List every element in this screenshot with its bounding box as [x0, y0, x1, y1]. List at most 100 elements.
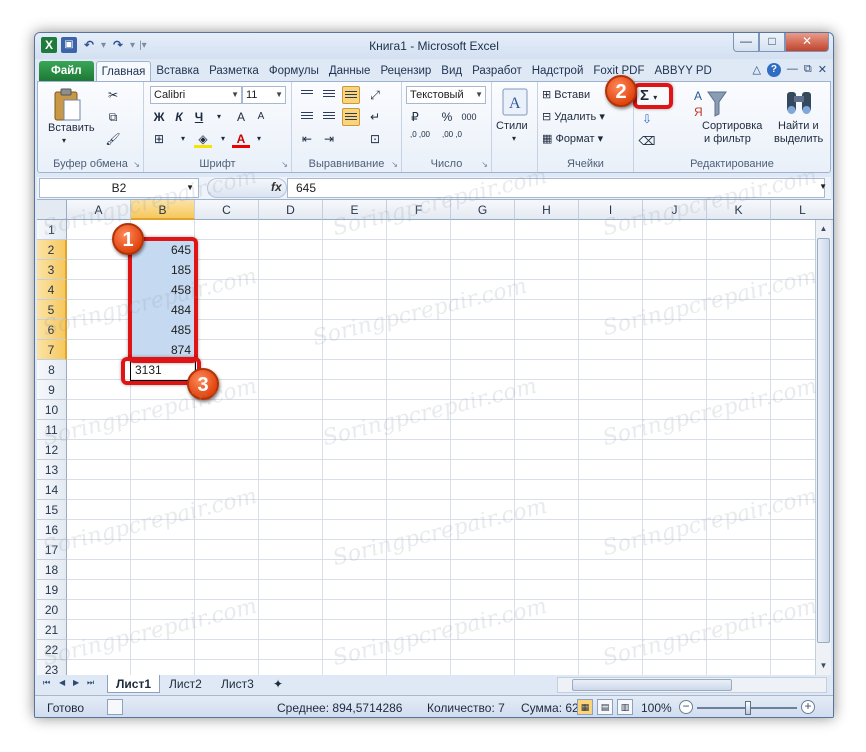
row-header[interactable]: 1 [37, 220, 67, 240]
shrink-font-icon[interactable]: A [252, 108, 270, 126]
tab-data[interactable]: Данные [324, 61, 376, 81]
select-all-corner[interactable] [37, 200, 67, 220]
tab-addins[interactable]: Надстрой [527, 61, 589, 81]
row-header[interactable]: 3 [37, 260, 67, 280]
wrap-text-icon[interactable]: ↵ [366, 108, 384, 126]
number-format-field[interactable]: Текстовый ▼ [406, 86, 486, 104]
column-header[interactable]: C [195, 200, 259, 220]
column-header[interactable]: I [579, 200, 643, 220]
align-center-icon[interactable] [320, 108, 338, 126]
align-left-icon[interactable] [298, 108, 316, 126]
maximize-button[interactable]: □ [759, 33, 785, 52]
align-middle-icon[interactable] [320, 86, 338, 104]
row-header[interactable]: 7 [37, 340, 67, 360]
row-header[interactable]: 13 [37, 460, 67, 480]
chevron-down-icon[interactable]: ▾ [174, 130, 192, 148]
row-header[interactable]: 5 [37, 300, 67, 320]
sort-filter-label[interactable]: Сортировка [702, 120, 762, 132]
page-layout-view-icon[interactable]: ▤ [597, 699, 613, 715]
percent-button[interactable]: % [438, 108, 456, 126]
sheet-tab-1[interactable]: Лист1 [107, 675, 161, 693]
column-header[interactable]: H [515, 200, 579, 220]
tab-formulas[interactable]: Формулы [264, 61, 324, 81]
zoom-out-icon[interactable]: − [679, 700, 693, 714]
next-sheet-icon[interactable]: ▶ [73, 678, 79, 687]
tab-review[interactable]: Рецензир [375, 61, 436, 81]
launcher-icon[interactable]: ↘ [281, 160, 288, 169]
increase-indent-icon[interactable]: ⇥ [320, 130, 338, 148]
row-header[interactable]: 21 [37, 620, 67, 640]
find-select-label[interactable]: Найти и [778, 120, 819, 132]
column-header[interactable]: B [131, 200, 195, 220]
first-sheet-icon[interactable]: ⏮ [43, 678, 50, 688]
tab-insert[interactable]: Вставка [151, 61, 204, 81]
doc-restore-icon[interactable]: ⧉ [804, 63, 812, 77]
row-header[interactable]: 4 [37, 280, 67, 300]
launcher-icon[interactable]: ↘ [481, 160, 488, 169]
grow-font-icon[interactable]: A [232, 108, 250, 126]
merge-center-icon[interactable]: ⊡ [366, 130, 384, 148]
column-header[interactable]: L [771, 200, 833, 220]
chevron-down-icon[interactable]: ▾ [214, 130, 232, 148]
zoom-slider-thumb[interactable] [745, 701, 751, 715]
paste-icon[interactable] [52, 88, 82, 122]
help-icon[interactable]: ? [766, 63, 781, 77]
row-header[interactable]: 9 [37, 380, 67, 400]
doc-close-icon[interactable]: ✕ [818, 63, 827, 77]
worksheet-grid[interactable]: ABCDEFGHIJKL 1 2 3 4 5 6 7 8 9 10 11 12 13 14 15 16 17 18… [37, 199, 833, 680]
format-painter-icon[interactable]: 🖌 [104, 130, 122, 148]
row-header[interactable]: 22 [37, 640, 67, 660]
increase-decimal-button[interactable]: ,0 ,00 [406, 130, 434, 148]
doc-minimize-icon[interactable]: — [787, 63, 798, 77]
row-header[interactable]: 19 [37, 580, 67, 600]
clear-icon[interactable]: ⌫ [638, 132, 656, 150]
new-sheet-icon[interactable]: ✦ [265, 675, 291, 693]
borders-icon[interactable]: ⊞ [150, 130, 168, 148]
zoom-in-icon[interactable]: + [801, 700, 815, 714]
page-break-view-icon[interactable]: ▥ [617, 699, 633, 715]
tab-developer[interactable]: Разработ [467, 61, 527, 81]
row-header[interactable]: 15 [37, 500, 67, 520]
vertical-scrollbar[interactable]: ▲ ▼ [815, 220, 831, 675]
row-header[interactable]: 6 [37, 320, 67, 340]
normal-view-icon[interactable]: ▦ [577, 699, 593, 715]
name-box[interactable]: B2 ▼ [39, 178, 199, 198]
delete-cells-button[interactable]: ⊟ Удалить ▾ [542, 110, 605, 123]
row-header[interactable]: 2 [37, 240, 67, 260]
font-size-field[interactable]: 11 ▼ [242, 86, 286, 104]
row-header[interactable]: 18 [37, 560, 67, 580]
row-header[interactable]: 8 [37, 360, 67, 380]
horizontal-scrollbar[interactable] [557, 677, 827, 693]
hscroll-thumb[interactable] [572, 679, 732, 691]
font-color-icon[interactable]: A [232, 130, 250, 148]
column-header[interactable]: D [259, 200, 323, 220]
row-header[interactable]: 16 [37, 520, 67, 540]
fill-color-icon[interactable]: ◈ [194, 130, 212, 148]
sort-filter-icon[interactable]: А Я [692, 86, 728, 120]
fill-icon[interactable]: ⇩ [638, 110, 656, 128]
minimize-button[interactable]: — [733, 33, 759, 52]
comma-style-button[interactable]: 000 [460, 108, 478, 126]
align-top-icon[interactable] [298, 86, 316, 104]
chevron-down-icon[interactable]: ▾ [62, 136, 66, 145]
copy-icon[interactable]: ⧉ [104, 108, 122, 126]
bold-button[interactable]: Ж [150, 108, 168, 126]
row-header[interactable]: 11 [37, 420, 67, 440]
chevron-down-icon[interactable]: ▾ [250, 130, 268, 148]
find-select-label-2[interactable]: выделить [774, 133, 823, 145]
row-header[interactable]: 12 [37, 440, 67, 460]
styles-icon[interactable]: A [502, 88, 528, 116]
tab-home[interactable]: Главная [95, 61, 152, 81]
formula-input[interactable]: 645 [287, 178, 825, 198]
format-cells-button[interactable]: ▦ Формат ▾ [542, 132, 603, 145]
orientation-icon[interactable]: ⤢ [366, 86, 384, 104]
align-right-icon[interactable] [342, 108, 360, 126]
sheet-tab-3[interactable]: Лист3 [213, 675, 262, 693]
row-header[interactable]: 17 [37, 540, 67, 560]
zoom-slider[interactable] [697, 701, 797, 715]
column-header[interactable]: G [451, 200, 515, 220]
scroll-down-icon[interactable]: ▼ [817, 658, 830, 674]
close-button[interactable]: ✕ [785, 33, 829, 52]
column-header[interactable]: A [67, 200, 131, 220]
binoculars-icon[interactable] [784, 86, 814, 118]
